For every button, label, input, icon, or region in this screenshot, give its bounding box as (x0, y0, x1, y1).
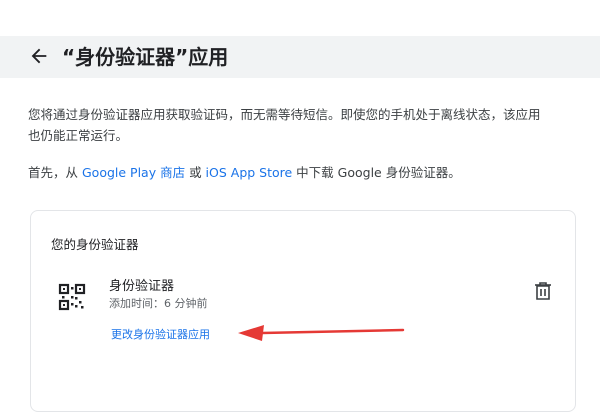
arrow-back-icon[interactable] (28, 45, 50, 67)
change-authenticator-link[interactable]: 更改身份验证器应用 (111, 326, 210, 342)
card-title: 您的身份验证器 (51, 237, 139, 252)
or-text: 或 (185, 165, 206, 180)
added-time: 添加时间：6 分钟前 (109, 297, 208, 310)
page-header: “身份验证器”应用 (0, 36, 600, 78)
app-store-link[interactable]: iOS App Store (206, 165, 293, 180)
google-play-link[interactable]: Google Play 商店 (82, 165, 185, 180)
download-prefix: 首先，从 (28, 165, 82, 180)
page-title: “身份验证器”应用 (62, 45, 229, 69)
trash-icon[interactable] (534, 281, 552, 301)
download-suffix: 中下载 Google 身份验证器。 (292, 165, 461, 180)
qr-code-icon (58, 283, 86, 311)
description-text: 您将通过身份验证器应用获取验证码，而无需等待短信。即使您的手机处于离线状态，该应… (28, 107, 541, 143)
authenticator-name: 身份验证器 (109, 279, 175, 294)
download-instructions: 首先，从 Google Play 商店 或 iOS App Store 中下载 … (28, 162, 548, 183)
authenticator-card: 您的身份验证器 身份验证器 添加时间：6 分钟前 更改身份验证器应用 (30, 210, 576, 412)
